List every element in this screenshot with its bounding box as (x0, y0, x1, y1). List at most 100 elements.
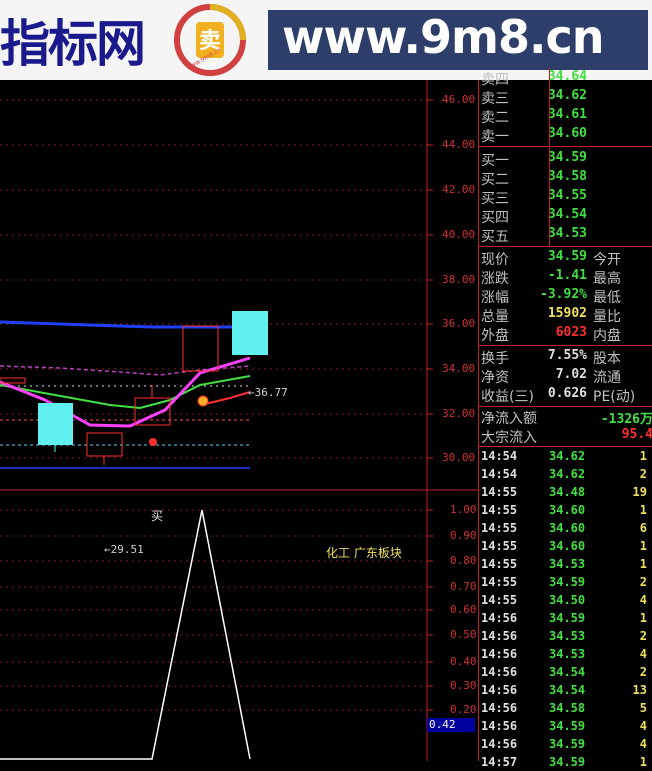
tick-row: 14:57 34.59 1 (479, 753, 652, 771)
fund-flow-row: 净流入额 -1326万 (479, 407, 652, 427)
quote-label: 买三 (481, 191, 509, 207)
quote-row: 涨幅 -3.92% 最低 (479, 286, 652, 306)
tick-vol: 1 (639, 449, 647, 463)
quote-value: 7.02 (555, 367, 587, 382)
tick-row: 14:55 34.60 6 (479, 519, 652, 537)
logo-icon: 卖 www.9m8.cn (174, 4, 246, 76)
quote-label: 卖二 (481, 110, 509, 126)
tick-price: 34.59 (549, 611, 586, 625)
tick-vol: 13 (632, 683, 647, 697)
tick-price: 34.60 (549, 503, 586, 517)
tick-vol: 2 (639, 665, 647, 679)
quote-label: 涨跌 (481, 271, 509, 287)
price-axis-label: 32.00 (442, 407, 476, 420)
quote-row: 卖四 34.64 (479, 68, 652, 88)
tick-price: 34.59 (549, 575, 586, 589)
fund-flow-row: 大宗流入 95.4 (479, 426, 652, 446)
tick-price: 34.48 (549, 485, 586, 499)
price-axis-label: 38.00 (442, 273, 476, 286)
tick-row: 14:56 34.58 5 (479, 699, 652, 717)
tick-row: 14:55 34.60 1 (479, 537, 652, 555)
tick-price: 34.58 (549, 701, 586, 715)
tick-time: 14:55 (481, 485, 518, 499)
quote-row: 卖二 34.61 (479, 106, 652, 126)
min-price-marker: ←29.51 (104, 543, 144, 556)
quote-row: 卖一 34.60 (479, 125, 652, 145)
flow-value: 95.4 (621, 427, 652, 442)
tick-price: 34.53 (549, 647, 586, 661)
quote-label: 现价 (481, 252, 509, 268)
indicator-axis-label: 0.60 (450, 603, 477, 616)
tick-vol: 2 (639, 629, 647, 643)
panel-column-divider (549, 68, 550, 246)
price-axis-label: 42.00 (442, 183, 476, 196)
quote-label-right: 量比 (593, 309, 621, 325)
tick-time: 14:56 (481, 701, 518, 715)
quote-row: 买二 34.58 (479, 168, 652, 188)
tick-price: 34.60 (549, 521, 586, 535)
signal-dot (197, 395, 209, 407)
quote-row: 外盘 6023 内盘 (479, 324, 652, 344)
indicator-axis-label: 1.00 (450, 503, 477, 516)
quote-label-right: 最高 (593, 271, 621, 287)
tick-time: 14:56 (481, 629, 518, 643)
tick-time: 14:55 (481, 557, 518, 571)
tick-row: 14:56 34.59 4 (479, 735, 652, 753)
candle (232, 311, 268, 355)
tick-row: 14:55 34.53 1 (479, 555, 652, 573)
quote-value: 6023 (555, 325, 587, 340)
tick-row: 14:56 34.53 4 (479, 645, 652, 663)
url-text: www.9m8.cn (282, 10, 604, 64)
quote-value: 34.62 (547, 88, 587, 103)
quote-label-right: 内盘 (593, 328, 621, 344)
indicator-axis-label: 0.30 (450, 679, 477, 692)
tick-row: 14:56 34.54 13 (479, 681, 652, 699)
quote-label: 外盘 (481, 328, 509, 344)
tick-row: 14:55 34.50 4 (479, 591, 652, 609)
tick-time: 14:55 (481, 503, 518, 517)
quote-value: 34.64 (547, 69, 587, 84)
quote-value: 34.60 (547, 126, 587, 141)
kline-chart[interactable]: 46.00 44.00 42.00 40.00 38.00 36.00 34.00 32.00… (0, 80, 478, 761)
tick-row: 14:54 34.62 2 (479, 465, 652, 483)
max-price-marker: ←36.77 (248, 386, 288, 399)
quote-label: 买一 (481, 153, 509, 169)
tick-row: 14:56 34.54 2 (479, 663, 652, 681)
tick-time: 14:55 (481, 575, 518, 589)
quote-label: 卖一 (481, 129, 509, 145)
quote-row: 换手 7.55% 股本 (479, 347, 652, 367)
price-axis-label: 34.00 (442, 362, 476, 375)
tick-price: 34.62 (549, 449, 586, 463)
tick-time: 14:54 (481, 467, 518, 481)
quote-row: 涨跌 -1.41 最高 (479, 267, 652, 287)
quote-row: 收益(三) 0.626 PE(动) (479, 385, 652, 405)
tick-vol: 1 (639, 539, 647, 553)
quote-label: 收益(三) (481, 389, 534, 405)
quote-value: 34.58 (547, 169, 587, 184)
quote-value: 34.54 (547, 207, 587, 222)
quote-value: 0.626 (547, 386, 587, 401)
tick-time: 14:54 (481, 449, 518, 463)
indicator-axis-label: 0.50 (450, 628, 477, 641)
quote-label: 卖三 (481, 91, 509, 107)
tick-vol: 1 (639, 755, 647, 769)
tick-row: 14:55 34.59 2 (479, 573, 652, 591)
quote-row: 买五 34.53 (479, 225, 652, 245)
tick-vol: 4 (639, 737, 647, 751)
quote-value: 34.59 (547, 249, 587, 264)
quote-label: 卖四 (481, 72, 509, 88)
tick-vol: 19 (632, 485, 647, 499)
panel-divider (479, 246, 652, 247)
quote-row: 买一 34.59 (479, 149, 652, 169)
sector-label: 化工 广东板块 (326, 546, 402, 560)
quote-label-right: 今开 (593, 252, 621, 268)
tick-price: 34.54 (549, 665, 586, 679)
indicator-axis-label: 0.90 (450, 529, 477, 542)
tick-time: 14:56 (481, 683, 518, 697)
tick-time: 14:56 (481, 611, 518, 625)
tick-vol: 1 (639, 503, 647, 517)
indicator-grid (0, 509, 433, 711)
quote-label: 买二 (481, 172, 509, 188)
panel-divider (479, 146, 652, 147)
tick-time: 14:55 (481, 539, 518, 553)
